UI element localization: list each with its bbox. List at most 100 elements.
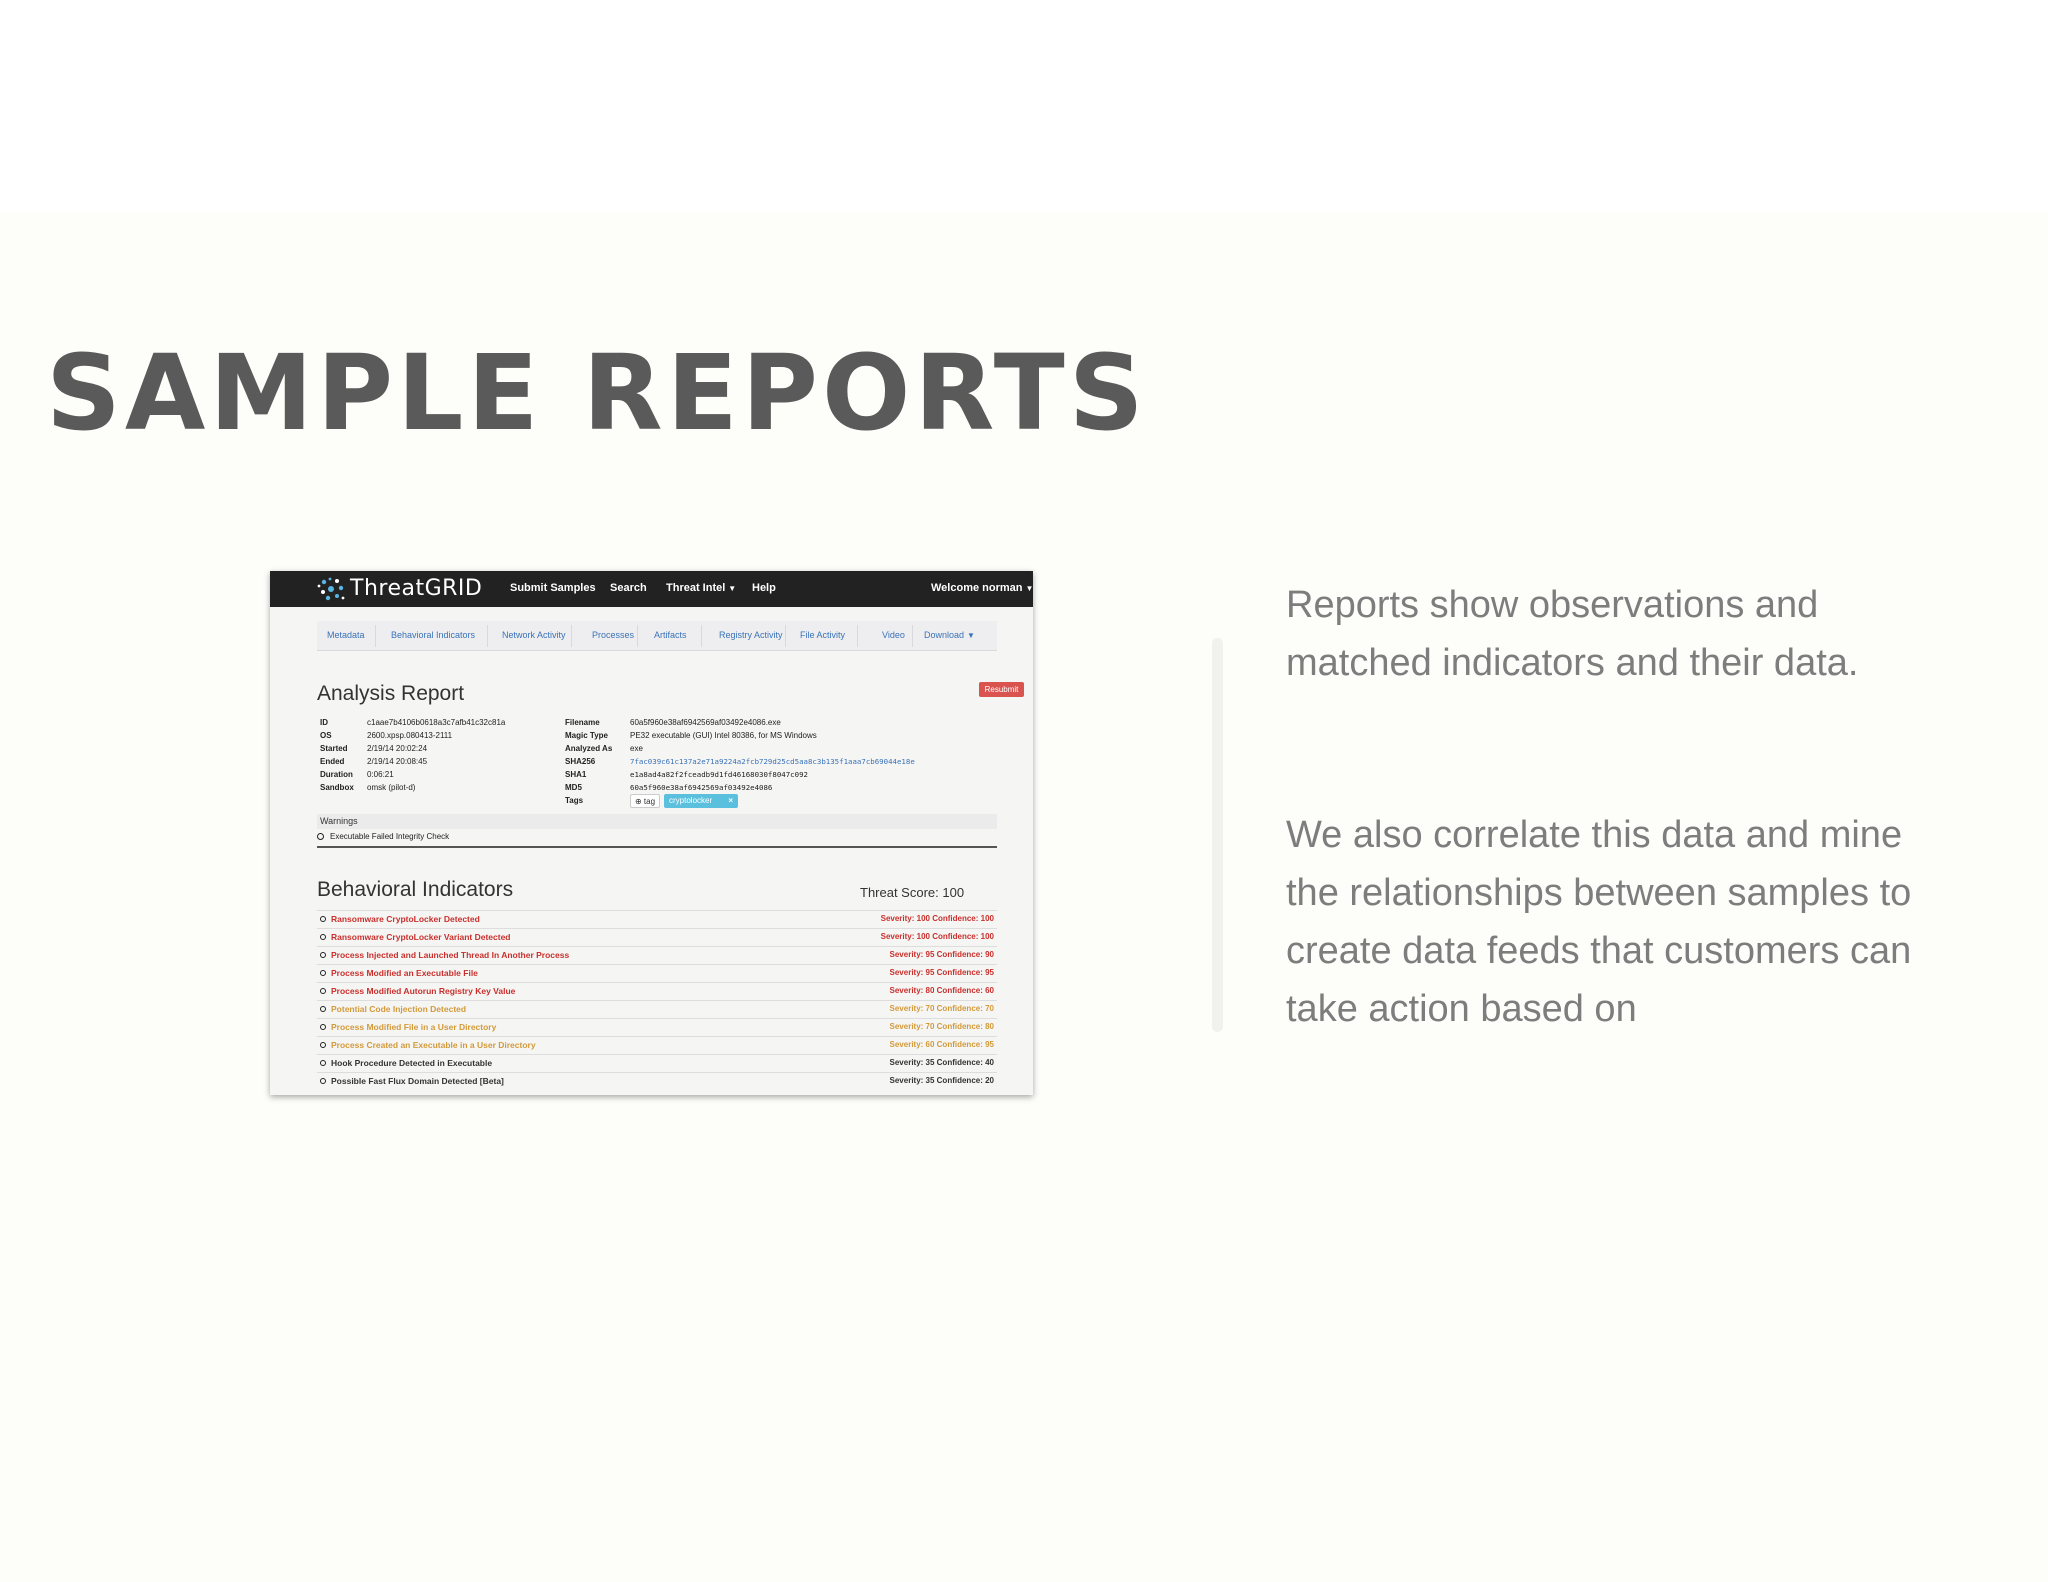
meta-label-tags: Tags — [565, 796, 584, 805]
brand-name: ThreatGRID — [350, 576, 483, 601]
meta-label-sha1: SHA1 — [565, 770, 587, 779]
indicator-label: Process Created an Executable in a User … — [331, 1040, 536, 1050]
meta-label-id: ID — [320, 718, 328, 727]
report-tabs: Metadata Behavioral Indicators Network A… — [317, 621, 997, 651]
indicator-score: Severity: 70 Confidence: 70 — [889, 1004, 994, 1013]
tab-file-activity[interactable]: File Activity — [800, 630, 845, 641]
indicator-name: Process Modified File in a User Director… — [320, 1022, 496, 1032]
indicator-score: Severity: 70 Confidence: 80 — [889, 1022, 994, 1031]
chevron-down-icon: ▼ — [728, 584, 737, 593]
expand-icon — [320, 1006, 326, 1012]
app-navbar: ThreatGRID Submit Samples Search Threat … — [270, 571, 1033, 607]
warnings-header: Warnings — [317, 814, 997, 829]
tab-artifacts[interactable]: Artifacts — [654, 630, 687, 641]
meta-value-started: 2/19/14 20:02:24 — [367, 744, 428, 753]
threat-score: Threat Score: 100 — [860, 885, 965, 900]
user-menu-label: Welcome norman — [931, 582, 1023, 594]
indicator-score: Severity: 35 Confidence: 40 — [889, 1058, 994, 1067]
indicator-label: Process Modified Autorun Registry Key Va… — [331, 986, 516, 996]
add-tag-button[interactable]: ⊕ tag — [630, 794, 660, 808]
indicator-name: Process Modified an Executable File — [320, 968, 478, 978]
body-paragraph-2: We also correlate this data and mine the… — [1286, 814, 1912, 1030]
indicator-score: Severity: 100 Confidence: 100 — [880, 914, 994, 923]
meta-label-analyzed-as: Analyzed As — [565, 744, 613, 753]
body-paragraph-1: Reports show observations and matched in… — [1286, 584, 1859, 684]
indicator-row[interactable]: Process Modified Autorun Registry Key Va… — [317, 982, 997, 1000]
nav-search[interactable]: Search — [610, 581, 647, 595]
indicator-row[interactable]: Ransomware CryptoLocker Variant Detected… — [317, 928, 997, 946]
tab-divider — [487, 625, 488, 647]
indicator-row[interactable]: Hook Procedure Detected in Executable Se… — [317, 1054, 997, 1072]
warning-item[interactable]: Executable Failed Integrity Check — [317, 832, 449, 842]
nav-threat-intel[interactable]: Threat Intel ▼ — [666, 581, 736, 596]
threatgrid-logo-icon — [317, 577, 345, 601]
meta-value-sandbox: omsk (pilot-d) — [367, 783, 416, 792]
tab-registry-activity[interactable]: Registry Activity — [719, 630, 783, 641]
indicator-label: Possible Fast Flux Domain Detected [Beta… — [331, 1076, 504, 1086]
indicator-row[interactable]: Process Created an Executable in a User … — [317, 1036, 997, 1054]
indicator-row[interactable]: Process Modified File in a User Director… — [317, 1018, 997, 1036]
behavioral-indicators-heading: Behavioral Indicators — [317, 878, 514, 901]
indicator-name: Ransomware CryptoLocker Variant Detected — [320, 932, 511, 942]
indicator-label: Process Modified an Executable File — [331, 968, 478, 978]
user-menu[interactable]: Welcome norman ▼ — [931, 581, 1033, 596]
tab-network-activity[interactable]: Network Activity — [502, 630, 566, 641]
indicator-name: Process Injected and Launched Thread In … — [320, 950, 569, 960]
tab-divider — [785, 625, 786, 647]
indicator-score: Severity: 95 Confidence: 95 — [889, 968, 994, 977]
indicator-label: Potential Code Injection Detected — [331, 1004, 467, 1014]
meta-value-ended: 2/19/14 20:08:45 — [367, 757, 428, 766]
tab-metadata[interactable]: Metadata — [327, 630, 365, 641]
tab-divider — [637, 625, 638, 647]
resubmit-button[interactable]: Resubmit — [979, 682, 1024, 697]
indicator-label: Process Modified File in a User Director… — [331, 1022, 497, 1032]
indicator-score: Severity: 95 Confidence: 90 — [889, 950, 994, 959]
report-screenshot: ThreatGRID Submit Samples Search Threat … — [270, 571, 1033, 1095]
expand-icon — [320, 916, 326, 922]
indicator-row[interactable]: Process Modified an Executable File Seve… — [317, 964, 997, 982]
nav-help[interactable]: Help — [752, 581, 776, 595]
meta-value-filename: 60a5f960e38af6942569af03492e4086.exe — [630, 718, 781, 727]
indicator-row[interactable]: Process Injected and Launched Thread In … — [317, 946, 997, 964]
indicator-row[interactable]: Potential Code Injection Detected Severi… — [317, 1000, 997, 1018]
analysis-report-heading: Analysis Report — [317, 682, 465, 705]
meta-value-duration: 0:06:21 — [367, 770, 394, 779]
meta-value-sha1: e1a8ad4a82f2fceadb9d1fd46168030f8047c092 — [630, 770, 808, 779]
plus-icon: ⊕ — [634, 797, 642, 806]
section-divider — [317, 846, 997, 848]
meta-value-id: c1aae7b4106b0618a3c7afb41c32c81a — [367, 718, 506, 727]
expand-icon — [320, 988, 326, 994]
indicator-label: Ransomware CryptoLocker Detected — [331, 914, 480, 924]
indicator-name: Possible Fast Flux Domain Detected [Beta… — [320, 1076, 504, 1086]
meta-label-sha256: SHA256 — [565, 757, 596, 766]
tab-download-label: Download — [924, 630, 965, 640]
indicator-row[interactable]: Ransomware CryptoLocker Detected Severit… — [317, 910, 997, 928]
tab-divider — [857, 625, 858, 647]
tab-behavioral-indicators[interactable]: Behavioral Indicators — [391, 630, 475, 641]
brand-logo[interactable]: ThreatGRID — [316, 575, 500, 603]
indicator-label: Hook Procedure Detected in Executable — [331, 1058, 493, 1068]
indicator-score: Severity: 35 Confidence: 20 — [889, 1076, 994, 1085]
indicator-row[interactable]: Possible Fast Flux Domain Detected [Beta… — [317, 1072, 997, 1090]
chevron-down-icon: ▼ — [967, 631, 975, 640]
meta-value-sha256[interactable]: 7fac039c61c137a2e71a9224a2fcb729d25cd5aa… — [630, 757, 915, 767]
slide-title: SAMPLE REPORTS — [46, 332, 1148, 454]
close-icon[interactable]: × — [728, 794, 733, 808]
add-tag-label: tag — [643, 797, 656, 806]
indicator-score: Severity: 80 Confidence: 60 — [889, 986, 994, 995]
expand-icon — [320, 1042, 326, 1048]
tab-divider — [571, 625, 572, 647]
tag-label: cryptolocker — [669, 796, 713, 805]
tab-download[interactable]: Download ▼ — [924, 630, 975, 641]
indicator-label: Ransomware CryptoLocker Variant Detected — [331, 932, 511, 942]
tab-divider — [375, 625, 376, 647]
meta-label-sandbox: Sandbox — [320, 783, 354, 792]
expand-icon — [320, 952, 326, 958]
nav-threat-intel-label: Threat Intel — [666, 582, 726, 594]
tab-video[interactable]: Video — [882, 630, 905, 641]
indicator-name: Hook Procedure Detected in Executable — [320, 1058, 492, 1068]
meta-label-md5: MD5 — [565, 783, 582, 792]
nav-submit-samples[interactable]: Submit Samples — [510, 581, 596, 595]
tab-processes[interactable]: Processes — [592, 630, 634, 641]
indicator-label: Process Injected and Launched Thread In … — [331, 950, 570, 960]
